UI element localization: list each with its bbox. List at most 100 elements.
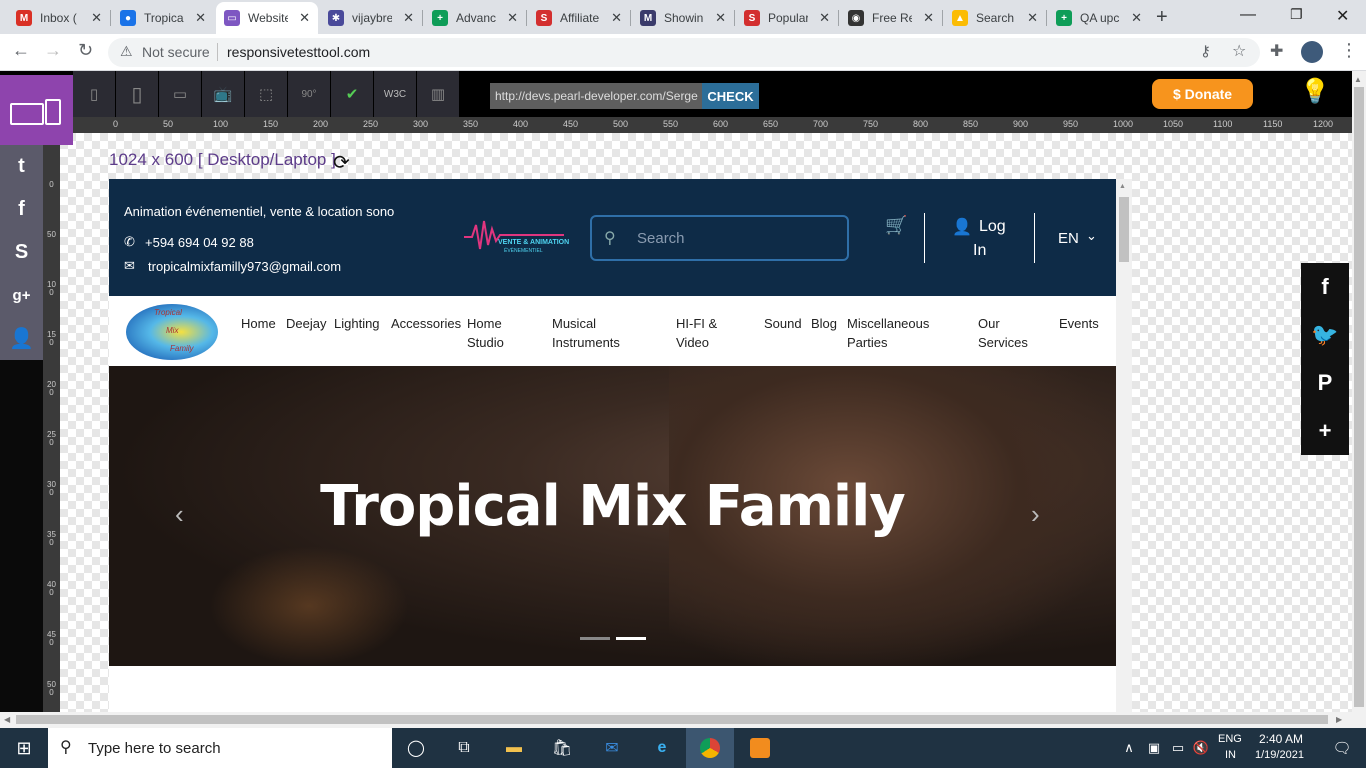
minimize-icon[interactable]: —: [1240, 6, 1256, 24]
sublime-icon[interactable]: [736, 728, 784, 768]
browser-tab[interactable]: ◉ Free Re ✕: [840, 2, 942, 34]
scroll-thumb[interactable]: [1119, 197, 1129, 262]
scroll-right-icon[interactable]: ▶: [1336, 715, 1342, 724]
tab-close-icon[interactable]: ✕: [1027, 10, 1038, 26]
book-icon[interactable]: ▥: [417, 71, 459, 117]
vscroll-thumb[interactable]: [1354, 87, 1364, 707]
browser-tab[interactable]: M Inbox (✕: [8, 2, 110, 34]
bookmark-star-icon[interactable]: ☆: [1232, 41, 1246, 61]
tab-close-icon[interactable]: ✕: [91, 10, 102, 26]
cart-icon[interactable]: 🛒: [885, 215, 907, 236]
tv-device-icon[interactable]: 📺: [202, 71, 244, 117]
more-share-icon[interactable]: +: [1301, 407, 1349, 455]
vertical-scrollbar[interactable]: ▲: [1352, 71, 1366, 728]
task-view-icon[interactable]: ⧉: [440, 728, 488, 768]
tray-chevron-icon[interactable]: ∧: [1118, 728, 1140, 768]
tab-close-icon[interactable]: ✕: [299, 10, 310, 26]
tray-date[interactable]: 1/19/2021: [1255, 749, 1304, 761]
browser-tab[interactable]: ✱ vijaybre ✕: [320, 2, 422, 34]
tablet-device-icon[interactable]: ▯: [116, 71, 158, 117]
pinterest-share-icon[interactable]: P: [1301, 359, 1349, 407]
key-icon[interactable]: ⚷: [1200, 42, 1211, 60]
site-search-box[interactable]: ⚲ Search: [590, 215, 849, 261]
nav-item[interactable]: Deejay: [286, 314, 326, 333]
nav-item[interactable]: Lighting: [334, 314, 380, 333]
tray-time[interactable]: 2:40 AM: [1259, 732, 1303, 746]
chrome-icon[interactable]: [686, 728, 734, 768]
rotate-icon[interactable]: 90°: [288, 71, 330, 117]
refresh-icon[interactable]: ⟳: [333, 150, 350, 175]
custom-screen-icon[interactable]: ⬚: [245, 71, 287, 117]
vscroll-up-icon[interactable]: ▲: [1354, 75, 1362, 84]
tab-close-icon[interactable]: ✕: [715, 10, 726, 26]
site-email[interactable]: tropicalmixfamilly973@gmail.com: [148, 259, 341, 274]
new-tab-button[interactable]: +: [1156, 6, 1168, 29]
url-input[interactable]: [490, 83, 702, 109]
donate-button[interactable]: $ Donate: [1152, 79, 1253, 109]
facebook-share-icon[interactable]: f: [1301, 263, 1349, 311]
profile-avatar[interactable]: [1301, 41, 1323, 63]
scroll-left-icon[interactable]: ◀: [4, 715, 10, 724]
login-text-2[interactable]: In: [973, 242, 986, 260]
tab-close-icon[interactable]: ✕: [923, 10, 934, 26]
check-button[interactable]: CHECK: [702, 83, 759, 109]
close-window-icon[interactable]: ✕: [1336, 6, 1349, 26]
nav-item[interactable]: Miscellaneous Parties: [847, 314, 929, 352]
desktop-device-icon[interactable]: ▭: [159, 71, 201, 117]
tropical-badge-logo[interactable]: Tropical Mix Family: [126, 304, 218, 360]
nav-item[interactable]: Home Studio: [467, 314, 504, 352]
omnibox[interactable]: ⚠ Not secure responsivetesttool.com ⚷ ☆: [108, 38, 1260, 67]
reload-icon[interactable]: ↻: [78, 40, 93, 61]
tray-network-icon[interactable]: ▣: [1142, 728, 1166, 768]
nav-item[interactable]: HI-FI & Video: [676, 314, 717, 352]
taskbar-search[interactable]: ⚲ Type here to search: [48, 728, 392, 768]
windows-start-icon[interactable]: ⊞: [0, 728, 48, 768]
tab-close-icon[interactable]: ✕: [819, 10, 830, 26]
w3c-validator-icon[interactable]: W3C: [374, 71, 416, 117]
tray-lang-1[interactable]: ENG: [1218, 733, 1242, 745]
browser-tab[interactable]: ▭ Website ✕: [216, 2, 318, 34]
site-phone[interactable]: +594 694 04 92 88: [145, 235, 254, 250]
store-icon[interactable]: 🛍: [538, 728, 586, 768]
horizontal-scrollbar[interactable]: ◀ ▶: [0, 712, 1352, 728]
nav-item[interactable]: Our Services: [978, 314, 1028, 352]
language-select[interactable]: EN: [1058, 230, 1079, 247]
mobile-device-icon[interactable]: ▯: [73, 71, 115, 117]
twitter-icon[interactable]: t: [0, 145, 43, 188]
tool-logo[interactable]: [0, 75, 73, 145]
twitter-share-icon[interactable]: 🐦: [1301, 311, 1349, 359]
slider-prev-icon[interactable]: ‹: [175, 499, 184, 530]
mail-icon[interactable]: ✉: [588, 728, 636, 768]
file-explorer-icon[interactable]: ▬: [490, 728, 538, 768]
tray-volume-icon[interactable]: 🔇: [1190, 728, 1212, 768]
slider-dot-2[interactable]: [616, 637, 646, 640]
nav-item[interactable]: Accessories: [391, 314, 461, 333]
tab-close-icon[interactable]: ✕: [611, 10, 622, 26]
notifications-icon[interactable]: 🗨: [1318, 728, 1366, 768]
nav-item[interactable]: Musical Instruments: [552, 314, 620, 352]
browser-tab[interactable]: M Showin ✕: [632, 2, 734, 34]
user-icon[interactable]: 👤: [0, 317, 43, 360]
tab-close-icon[interactable]: ✕: [507, 10, 518, 26]
tab-close-icon[interactable]: ✕: [403, 10, 414, 26]
browser-tab[interactable]: + Advanc ✕: [424, 2, 526, 34]
edge-icon[interactable]: e: [638, 728, 686, 768]
menu-icon[interactable]: ⋮: [1340, 40, 1358, 61]
nav-item[interactable]: Events: [1059, 314, 1099, 333]
forward-icon[interactable]: →: [44, 40, 62, 61]
nav-item[interactable]: Blog: [811, 314, 837, 333]
extensions-icon[interactable]: ✚: [1270, 41, 1283, 61]
slider-dot-1[interactable]: [580, 637, 610, 640]
browser-tab[interactable]: ● Tropica ✕: [112, 2, 214, 34]
back-icon[interactable]: ←: [12, 40, 30, 61]
skype-icon[interactable]: S: [0, 231, 43, 274]
facebook-icon[interactable]: f: [0, 188, 43, 231]
nav-item[interactable]: Sound: [764, 314, 802, 333]
login-text-1[interactable]: Log: [979, 218, 1006, 236]
slider-next-icon[interactable]: ›: [1031, 499, 1040, 530]
nav-item[interactable]: Home: [241, 314, 276, 333]
browser-tab[interactable]: S Popular ✕: [736, 2, 838, 34]
hscroll-thumb[interactable]: [16, 715, 1328, 724]
preview-scrollbar[interactable]: ▲: [1116, 179, 1132, 712]
browser-tab[interactable]: + QA upc ✕: [1048, 2, 1150, 34]
